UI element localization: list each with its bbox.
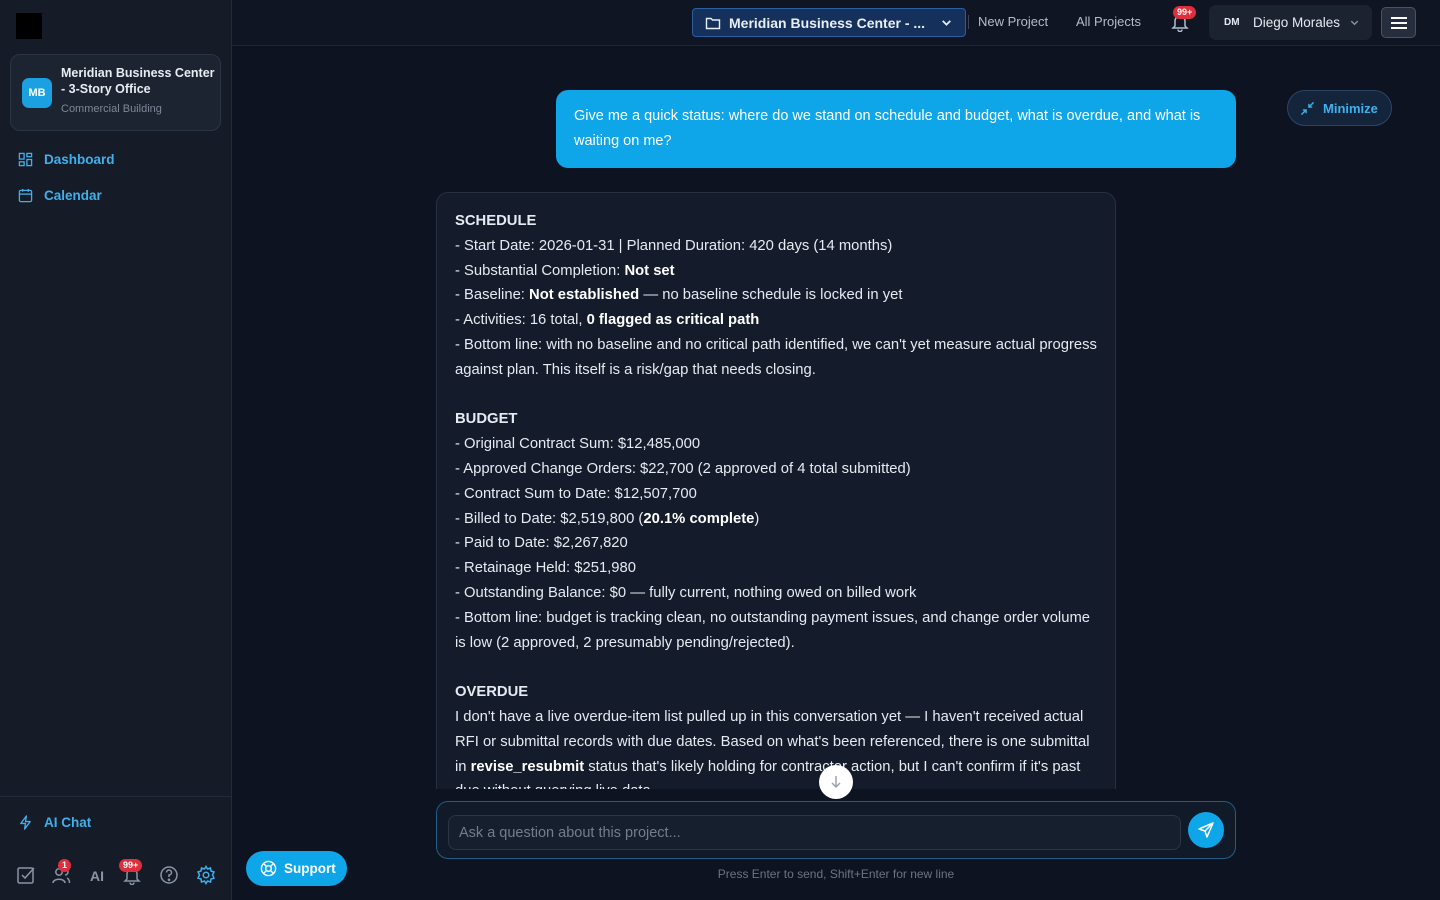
project-selector-label: Meridian Business Center - ... bbox=[729, 14, 926, 31]
project-type: Commercial Building bbox=[61, 103, 162, 115]
reply-line: - Substantial Completion: Not set bbox=[455, 262, 675, 279]
reply-line: - Start Date: 2026-01-31 | Planned Durat… bbox=[455, 237, 893, 254]
chat-composer bbox=[436, 801, 1236, 859]
bell-badge: 99+ bbox=[1173, 6, 1197, 19]
notification-icon[interactable]: 99+ bbox=[119, 859, 143, 886]
reply-line: - Outstanding Balance: $0 — fully curren… bbox=[455, 584, 917, 601]
reply-line: - Retainage Held: $251,980 bbox=[455, 560, 636, 577]
reply-line: - Bottom line: with no baseline and no c… bbox=[455, 336, 1097, 378]
new-project-link[interactable]: New Project bbox=[978, 14, 1048, 29]
lightning-icon bbox=[20, 815, 31, 830]
menu-button[interactable] bbox=[1381, 7, 1416, 38]
app-logo[interactable] bbox=[16, 13, 42, 39]
composer-hint: Press Enter to send, Shift+Enter for new… bbox=[717, 867, 955, 881]
reply-line: - Paid to Date: $2,267,820 bbox=[455, 535, 628, 552]
send-button[interactable] bbox=[1188, 812, 1224, 848]
user-message: Give me a quick status: where do we stan… bbox=[556, 90, 1236, 168]
project-name: Meridian Business Center - 3-Story Offic… bbox=[61, 66, 215, 96]
lifebuoy-icon bbox=[260, 860, 277, 877]
project-card[interactable]: MB Meridian Business Center - 3-Story Of… bbox=[10, 54, 221, 131]
section-title-schedule: SCHEDULE bbox=[455, 213, 537, 229]
sidebar-divider bbox=[0, 796, 231, 797]
reply-line: - Contract Sum to Date: $12,507,700 bbox=[455, 485, 697, 502]
sidebar-item-ai-chat[interactable]: AI Chat bbox=[18, 815, 91, 830]
sidebar-item-dashboard[interactable]: Dashboard bbox=[18, 152, 115, 167]
reply-line: - Approved Change Orders: $22,700 (2 app… bbox=[455, 460, 911, 477]
project-avatar: MB bbox=[22, 78, 52, 108]
sidebar-item-label: Dashboard bbox=[44, 152, 115, 167]
sidebar: MB Meridian Business Center - 3-Story Of… bbox=[0, 0, 232, 900]
section-title-budget: BUDGET bbox=[455, 411, 518, 428]
bell-icon[interactable]: 99+ bbox=[1170, 6, 1197, 33]
minimize-icon bbox=[1300, 101, 1315, 115]
top-separator bbox=[968, 15, 969, 29]
reply-line: - Original Contract Sum: $12,485,000 bbox=[455, 436, 701, 453]
ai-chat-label: AI Chat bbox=[44, 815, 92, 830]
sidebar-item-calendar[interactable]: Calendar bbox=[18, 188, 102, 203]
tasks-icon[interactable] bbox=[16, 865, 36, 885]
chevron-down-icon bbox=[942, 20, 951, 26]
arrow-down-icon bbox=[831, 776, 841, 789]
user-initials: DM bbox=[1224, 17, 1240, 28]
reply-line: I don't have a live overdue-item list pu… bbox=[455, 708, 1090, 789]
reply-line: - Bottom line: budget is tracking clean,… bbox=[455, 609, 1090, 651]
all-projects-link[interactable]: All Projects bbox=[1076, 14, 1141, 29]
reply-line: - Billed to Date: $2,519,800 (20.1% comp… bbox=[455, 510, 760, 527]
calendar-icon bbox=[18, 188, 33, 203]
assistant-message: SCHEDULE - Start Date: 2026-01-31 | Plan… bbox=[436, 192, 1116, 789]
hamburger-icon bbox=[1390, 16, 1407, 29]
minimize-label: Minimize bbox=[1323, 100, 1378, 116]
team-badge: 1 bbox=[58, 859, 72, 872]
sidebar-item-label: Calendar bbox=[44, 188, 102, 203]
scroll-to-bottom-button[interactable] bbox=[819, 765, 853, 799]
user-menu[interactable]: DM Diego Morales bbox=[1209, 5, 1372, 40]
top-bar: Meridian Business Center - ... New Proje… bbox=[232, 0, 1440, 46]
sidebar-bottom-toolbar: 1 AI 99+ bbox=[0, 859, 231, 890]
notification-badge: 99+ bbox=[119, 859, 143, 872]
dashboard-icon bbox=[18, 152, 33, 167]
reply-line: - Baseline: Not established — no baselin… bbox=[455, 287, 903, 304]
reply-line: - Activities: 16 total, 0 flagged as cri… bbox=[455, 312, 760, 329]
ai-assistant-button[interactable]: AI bbox=[90, 868, 104, 884]
project-selector[interactable]: Meridian Business Center - ... bbox=[692, 8, 966, 37]
settings-icon[interactable] bbox=[196, 865, 216, 885]
team-icon[interactable]: 1 bbox=[51, 859, 72, 885]
user-name: Diego Morales bbox=[1253, 15, 1341, 30]
assistant-message-viewport[interactable]: SCHEDULE - Start Date: 2026-01-31 | Plan… bbox=[436, 192, 1116, 789]
chat-input[interactable] bbox=[448, 815, 1181, 850]
support-label: Support bbox=[284, 861, 336, 876]
folder-icon bbox=[705, 17, 721, 29]
chevron-down-icon bbox=[1350, 20, 1359, 26]
minimize-button[interactable]: Minimize bbox=[1287, 90, 1392, 126]
send-icon bbox=[1198, 822, 1214, 838]
help-icon[interactable] bbox=[159, 865, 179, 885]
section-title-overdue: OVERDUE bbox=[455, 684, 529, 701]
support-button[interactable]: Support bbox=[246, 851, 347, 886]
